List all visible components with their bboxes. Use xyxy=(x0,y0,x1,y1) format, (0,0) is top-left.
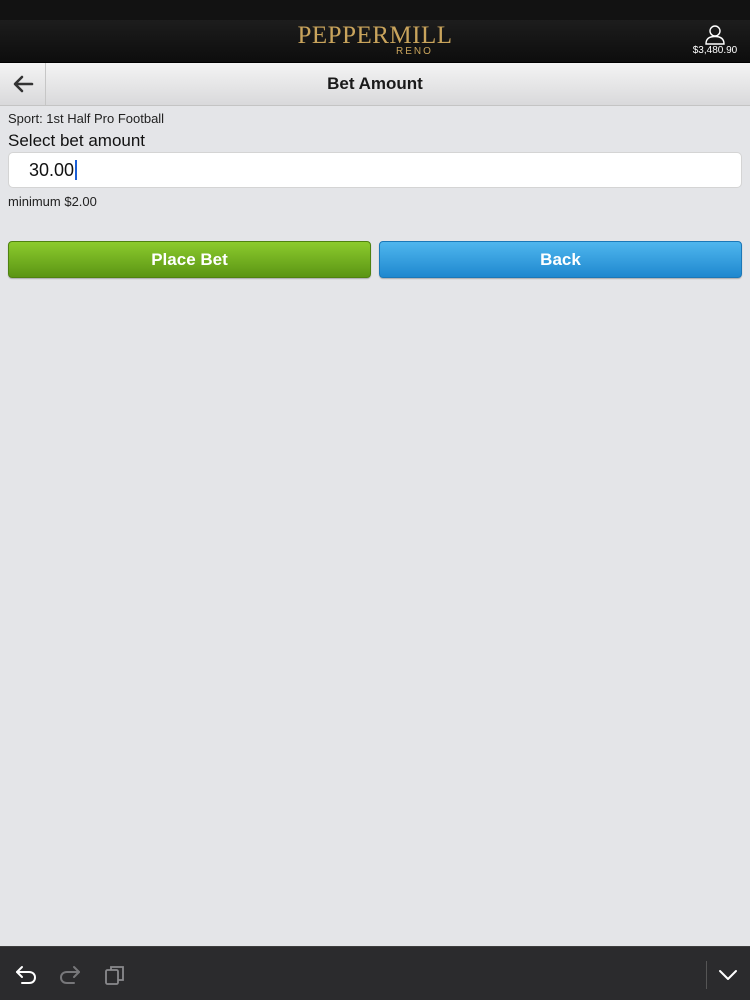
bet-amount-value: 30.00 xyxy=(29,159,75,180)
account-button[interactable]: $3,480.90 xyxy=(685,24,745,57)
select-bet-amount-label: Select bet amount xyxy=(8,131,146,150)
bet-form: Sport: 1st Half Pro Football Select bet … xyxy=(8,108,742,210)
undo-icon[interactable] xyxy=(14,964,38,984)
page-title: Bet Amount xyxy=(327,74,423,93)
user-icon xyxy=(705,25,725,45)
arrow-left-icon xyxy=(13,75,33,93)
logo-subtext: RENO xyxy=(396,46,433,57)
bet-amount-input[interactable]: 30.00 xyxy=(8,152,742,188)
sport-label: Sport: 1st Half Pro Football xyxy=(8,111,165,126)
chevron-down-icon[interactable] xyxy=(718,969,738,981)
back-button[interactable]: Back xyxy=(379,241,742,278)
toolbar-separator xyxy=(706,961,707,989)
peppermill-logo: PEPPERMILL RENO xyxy=(0,22,750,57)
action-buttons: Place Bet Back xyxy=(8,241,742,278)
minimum-note: minimum $2.00 xyxy=(8,194,97,209)
place-bet-button[interactable]: Place Bet xyxy=(8,241,371,278)
title-bar: Bet Amount xyxy=(0,63,750,106)
status-bar xyxy=(0,0,750,20)
logo-text: PEPPERMILL xyxy=(297,22,453,49)
text-caret xyxy=(75,160,78,180)
redo-icon[interactable] xyxy=(58,964,82,984)
copy-icon[interactable] xyxy=(104,964,126,986)
back-arrow-button[interactable] xyxy=(0,63,46,105)
app-header: PEPPERMILL RENO $3,480.90 xyxy=(0,20,750,63)
keyboard-toolbar xyxy=(0,946,750,1000)
account-balance: $3,480.90 xyxy=(692,45,738,56)
